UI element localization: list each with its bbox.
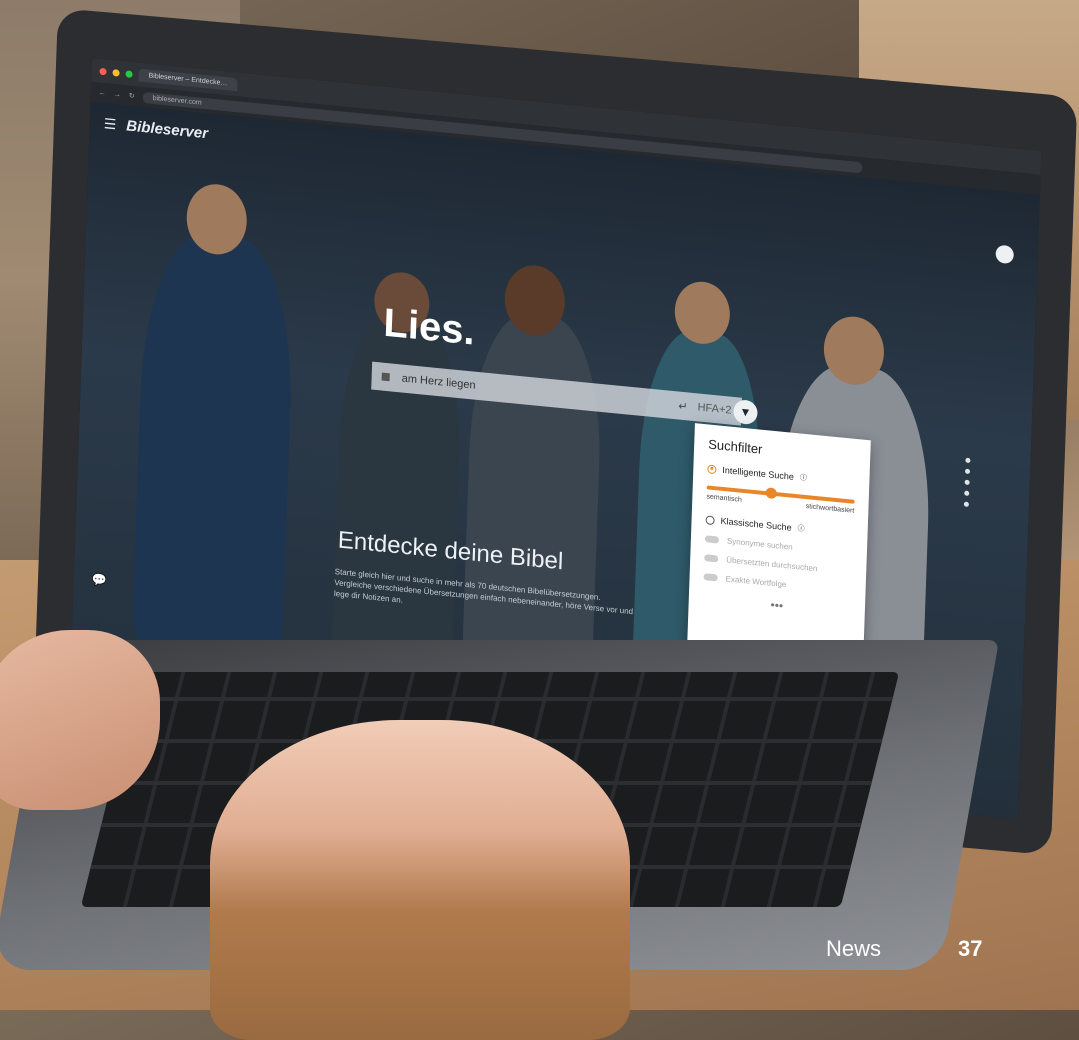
maximize-dot-icon[interactable] — [125, 69, 133, 78]
toggle-switch[interactable] — [704, 535, 720, 544]
toggle-label: Übersetzten durchsuchen — [726, 555, 818, 574]
more-options[interactable]: ••• — [703, 591, 851, 619]
toggle-row[interactable]: Übersetzten durchsuchen — [704, 553, 852, 576]
carousel-dot[interactable] — [965, 457, 971, 464]
carousel-dot[interactable] — [964, 490, 970, 497]
minimize-dot-icon[interactable] — [112, 68, 120, 77]
carousel-dot[interactable] — [964, 479, 970, 486]
person-2 — [331, 306, 464, 678]
radio-checked-icon[interactable] — [707, 463, 717, 474]
toggle-switch[interactable] — [703, 573, 718, 582]
info-icon[interactable]: ⓘ — [800, 472, 807, 483]
back-icon[interactable]: ← — [99, 89, 106, 97]
toggle-label: Synonyme suchen — [726, 536, 793, 552]
person-3 — [461, 309, 605, 682]
toggle-label: Exakte Wortfolge — [725, 574, 787, 590]
forward-icon[interactable]: → — [114, 91, 121, 99]
enter-icon[interactable]: ↵ — [678, 399, 688, 413]
carousel-dot[interactable] — [964, 468, 971, 475]
info-icon[interactable]: ⓘ — [797, 523, 804, 534]
footer-section-label: News — [826, 936, 882, 961]
account-icon[interactable] — [995, 244, 1015, 265]
reload-icon[interactable]: ↻ — [129, 92, 135, 101]
person-1 — [131, 227, 297, 661]
site-logo[interactable]: Bibleserver — [126, 117, 208, 142]
carousel-dots — [963, 457, 971, 508]
close-dot-icon[interactable] — [99, 67, 107, 75]
translation-selector[interactable]: HFA+2 — [697, 401, 731, 416]
menu-icon[interactable]: ☰ — [103, 115, 116, 133]
toggle-switch[interactable] — [704, 554, 719, 563]
classic-search-option[interactable]: Klassische Suche ⓘ — [705, 514, 853, 538]
toggle-row[interactable]: Synonyme suchen — [704, 534, 853, 557]
panel-title: Suchfilter — [707, 436, 763, 457]
carousel-dot[interactable] — [963, 501, 969, 508]
classic-search-label: Klassische Suche — [720, 515, 792, 533]
chat-icon[interactable]: 💬 — [92, 572, 107, 587]
footer-page-number: 37 — [958, 936, 983, 961]
toggle-row[interactable]: Exakte Wortfolge — [703, 572, 851, 595]
slider-label-left: semantisch — [706, 493, 742, 504]
slider-thumb[interactable] — [765, 487, 778, 500]
book-icon — [381, 372, 390, 382]
smart-search-option[interactable]: Intelligente Suche ⓘ — [707, 463, 855, 487]
radio-unchecked-icon[interactable] — [705, 514, 715, 525]
slider-label-right: stichwortbasiert — [805, 503, 855, 515]
smart-search-label: Intelligente Suche — [722, 464, 795, 482]
right-arm — [210, 720, 630, 1040]
hero-headline: Lies. — [382, 300, 476, 354]
